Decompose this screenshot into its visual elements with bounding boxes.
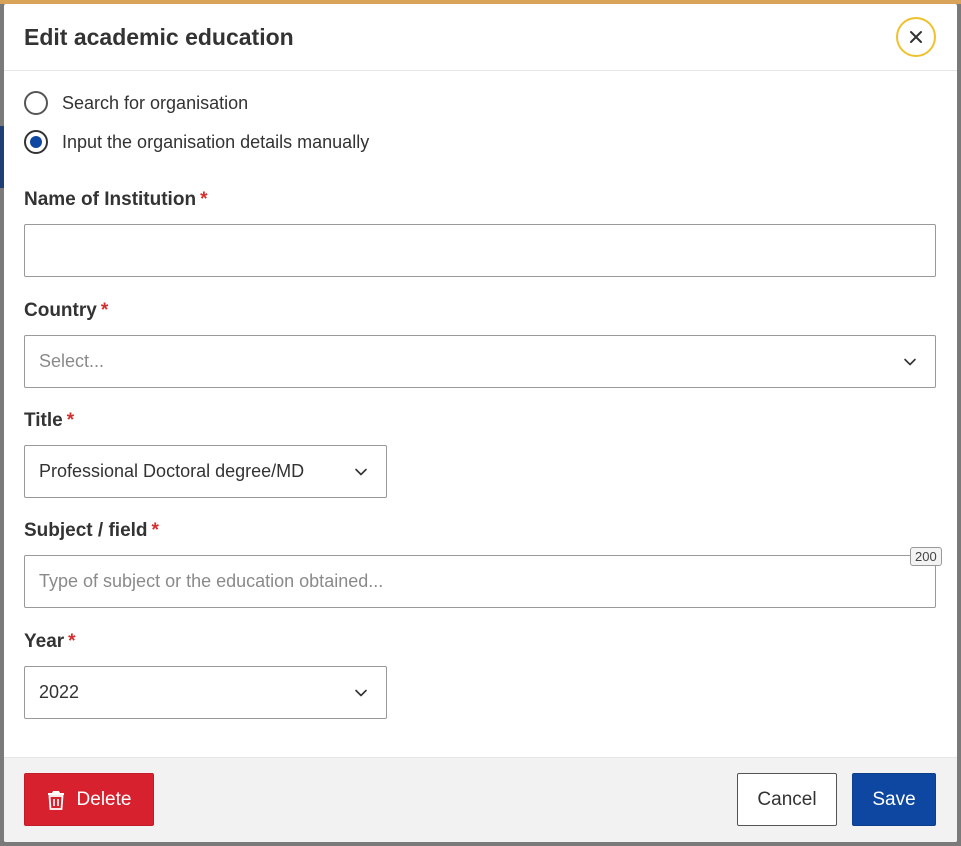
radio-label-search: Search for organisation [62,92,249,113]
radio-search-organisation[interactable]: Search for organisation [24,91,248,115]
subject-placeholder: Type of subject or the education obtaine… [39,571,384,591]
subject-input[interactable]: Type of subject or the education obtaine… [24,555,936,608]
country-select[interactable]: Select... [24,335,936,388]
title-select-value: Professional Doctoral degree/MD [39,461,305,481]
institution-name-input[interactable] [24,224,936,277]
chevron-down-icon [904,358,916,366]
dialog-footer: Delete Cancel Save [4,757,957,842]
year-select[interactable]: 2022 [24,666,387,719]
save-label: Save [872,788,916,810]
title-label-text: Title [24,410,63,431]
delete-button[interactable]: Delete [24,773,154,826]
dialog-title: Edit academic education [24,24,294,50]
title-select[interactable]: Professional Doctoral degree/MD [24,445,387,498]
save-button[interactable]: Save [852,773,936,826]
country-label: Country * [24,300,108,322]
required-marker: * [200,189,208,210]
subject-label: Subject / field * [24,520,159,542]
chevron-down-icon [355,689,367,697]
chevron-down-icon [355,468,367,476]
year-label-text: Year [24,631,65,652]
required-marker: * [100,300,109,321]
edit-academic-education-dialog: Edit academic education Search for organ… [4,4,957,842]
country-placeholder: Select... [39,351,105,371]
radio-label-manual: Input the organisation details manually [62,131,370,152]
character-counter-badge: 200 [910,547,942,566]
delete-label: Delete [76,788,132,810]
subject-label-text: Subject / field [24,520,148,541]
year-select-value: 2022 [39,682,80,702]
close-icon [910,31,922,43]
close-button[interactable] [896,17,936,57]
year-label: Year * [24,631,76,653]
cancel-button[interactable]: Cancel [737,773,837,826]
radio-button-manual[interactable] [24,130,48,154]
institution-label: Name of Institution * [24,189,207,211]
dialog-header: Edit academic education [4,4,957,71]
required-marker: * [151,520,159,541]
radio-button-search[interactable] [24,91,48,115]
required-marker: * [66,410,75,431]
cancel-label: Cancel [757,788,817,810]
country-label-text: Country [24,300,97,321]
trash-icon [47,790,64,810]
required-marker: * [68,631,76,652]
title-label: Title * [24,410,74,432]
radio-manual-input[interactable]: Input the organisation details manually [24,130,369,154]
institution-label-text: Name of Institution [24,189,197,210]
